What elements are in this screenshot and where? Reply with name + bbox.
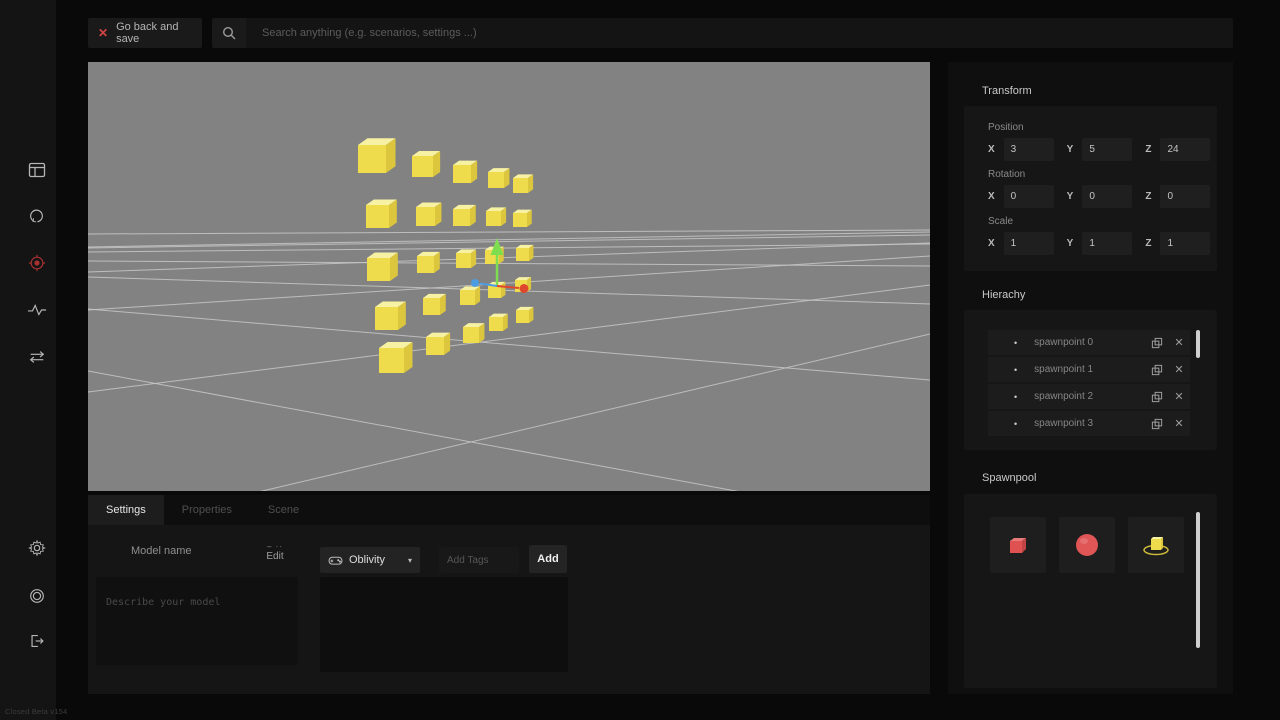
hierarchy-item-label: spawnpoint 0 (1034, 337, 1146, 348)
spawnpool-item-red-sphere[interactable] (1059, 517, 1115, 573)
search-icon[interactable] (212, 18, 246, 48)
tab-scene[interactable]: Scene (250, 495, 317, 525)
tab-bar: Settings Properties Scene (88, 495, 930, 525)
logout-icon[interactable] (25, 629, 49, 653)
record-icon[interactable] (25, 584, 49, 608)
activity-icon[interactable] (25, 298, 49, 322)
hierarchy-row[interactable]: • spawnpoint 2 ✕ (988, 384, 1190, 409)
red-cube-icon (1005, 532, 1031, 558)
tab-properties[interactable]: Properties (164, 495, 250, 525)
axis-y-label: Y (1067, 144, 1074, 155)
rotation-x-field[interactable]: 0 (1004, 185, 1054, 208)
position-z-field[interactable]: 24 (1160, 138, 1210, 161)
scale-label: Scale (988, 216, 1013, 227)
spawnpool-item-spawnpoint[interactable] (1128, 517, 1184, 573)
position-x-field[interactable]: 3 (1004, 138, 1054, 161)
transform-title: Transform (982, 85, 1032, 97)
bullet-icon: • (1014, 392, 1017, 402)
gear-icon[interactable] (25, 536, 49, 560)
duplicate-icon[interactable] (1146, 418, 1168, 430)
hierarchy-scrollbar[interactable] (1196, 330, 1200, 358)
yellow-cube-ring-icon (1141, 532, 1171, 558)
red-x-icon: ✕ (98, 26, 108, 40)
duplicate-icon[interactable] (1146, 337, 1168, 349)
chevron-down-icon: ▾ (408, 556, 412, 565)
tab-settings[interactable]: Settings (88, 495, 164, 525)
rotation-y-field[interactable]: 0 (1082, 185, 1132, 208)
axis-x-label: X (988, 238, 995, 249)
viewport-canvas[interactable] (88, 62, 930, 491)
rotation-z-field[interactable]: 0 (1160, 185, 1210, 208)
spawnpool-item-red-cube[interactable] (990, 517, 1046, 573)
swap-horizontal-icon[interactable] (25, 345, 49, 369)
bullet-icon: • (1014, 338, 1017, 348)
hierarchy-item-label: spawnpoint 2 (1034, 391, 1146, 402)
sidebar (0, 0, 56, 720)
position-label: Position (988, 122, 1024, 133)
axis-z-label: Z (1145, 191, 1151, 202)
hierarchy-row[interactable]: • spawnpoint 0 ✕ (988, 330, 1190, 355)
target-icon[interactable] (25, 251, 49, 275)
scale-y-field[interactable]: 1 (1082, 232, 1132, 255)
hierarchy-row[interactable]: • spawnpoint 1 ✕ (988, 357, 1190, 382)
hierarchy-item-label: spawnpoint 1 (1034, 364, 1146, 375)
rotation-label: Rotation (988, 169, 1025, 180)
scale-row: X1 Y1 Z1 (988, 232, 1200, 255)
search-input[interactable] (246, 18, 1233, 48)
bullet-icon: • (1014, 419, 1017, 429)
edit-button[interactable]: ‒ ·· Edit (260, 543, 290, 562)
add-tag-button[interactable]: Add (529, 545, 567, 573)
red-sphere-icon (1074, 532, 1100, 558)
hierarchy-row[interactable]: • spawnpoint 3 ✕ (988, 411, 1190, 436)
delete-icon[interactable]: ✕ (1168, 417, 1190, 430)
delete-icon[interactable]: ✕ (1168, 363, 1190, 376)
gamepad-icon (328, 555, 343, 566)
delete-icon[interactable]: ✕ (1168, 336, 1190, 349)
right-panel: Transform Position X3 Y5 Z24 Rotation X0… (948, 62, 1233, 694)
build-version: Closed Beta v154 (5, 707, 67, 716)
spawnpool-card (964, 494, 1217, 688)
axis-x-label: X (988, 191, 995, 202)
axis-y-label: Y (1067, 191, 1074, 202)
position-row: X3 Y5 Z24 (988, 138, 1200, 161)
delete-icon[interactable]: ✕ (1168, 390, 1190, 403)
replay-icon[interactable] (25, 204, 49, 228)
go-back-save-label: Go back and save (116, 21, 192, 45)
axis-y-label: Y (1067, 238, 1074, 249)
hierarchy-item-label: spawnpoint 3 (1034, 418, 1146, 429)
hierarchy-title: Hierachy (982, 289, 1025, 301)
bullet-icon: • (1014, 365, 1017, 375)
rotation-row: X0 Y0 Z0 (988, 185, 1200, 208)
transform-card: Position X3 Y5 Z24 Rotation X0 Y0 Z0 Sca… (964, 106, 1217, 271)
duplicate-icon[interactable] (1146, 364, 1168, 376)
hierarchy-card: • spawnpoint 0 ✕ • spawnpoint 1 ✕ • spaw… (964, 310, 1217, 450)
game-select-value: Oblivity (349, 554, 402, 566)
position-y-field[interactable]: 5 (1082, 138, 1132, 161)
duplicate-icon[interactable] (1146, 391, 1168, 403)
spawnpool-scrollbar[interactable] (1196, 512, 1200, 648)
model-description-input[interactable] (96, 577, 298, 665)
layout-icon[interactable] (25, 158, 49, 182)
go-back-save-button[interactable]: ✕ Go back and save (88, 18, 202, 48)
axis-z-label: Z (1145, 144, 1151, 155)
axis-x-label: X (988, 144, 995, 155)
viewport-3d[interactable] (88, 62, 930, 491)
model-name-label: Model name (131, 545, 192, 557)
add-tags-input[interactable] (439, 547, 519, 573)
scale-x-field[interactable]: 1 (1004, 232, 1054, 255)
game-select[interactable]: Oblivity ▾ (320, 547, 420, 573)
edit-marker: ‒ ·· (260, 543, 290, 551)
tags-container (320, 577, 568, 672)
edit-label: Edit (260, 551, 290, 562)
spawnpool-title: Spawnpool (982, 472, 1036, 484)
scale-z-field[interactable]: 1 (1160, 232, 1210, 255)
axis-z-label: Z (1145, 238, 1151, 249)
bottom-panel: Settings Properties Scene Model name ‒ ·… (88, 495, 930, 694)
